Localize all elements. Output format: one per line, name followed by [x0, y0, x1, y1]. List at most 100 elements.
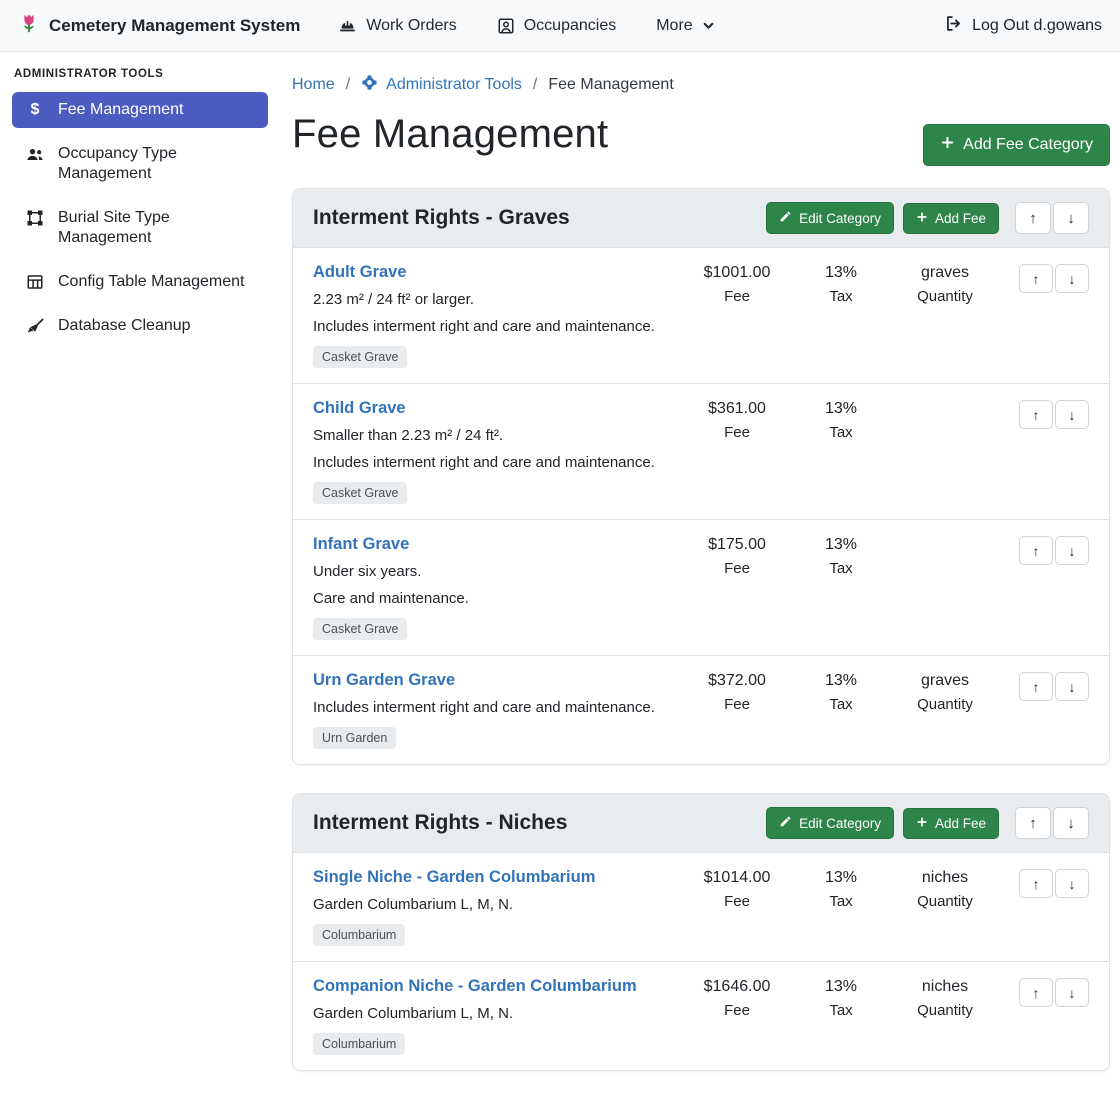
fee-title-link[interactable]: Adult Grave: [313, 263, 407, 282]
fee-description: Care and maintenance.: [313, 588, 671, 610]
breadcrumb-home-link[interactable]: Home: [292, 76, 335, 94]
move-down-button[interactable]: ↓: [1055, 264, 1089, 293]
brand-title: Cemetery Management System: [49, 16, 300, 36]
tax-label: Tax: [793, 288, 889, 305]
fee-reorder-group: ↑ ↓: [1019, 399, 1089, 429]
fee-title-link[interactable]: Single Niche - Garden Columbarium: [313, 868, 595, 887]
top-navbar: Cemetery Management System Work Orders O…: [0, 0, 1120, 52]
fee-info: Adult Grave 2.23 m² / 24 ft² or larger. …: [313, 263, 681, 368]
category-title: Interment Rights - Graves: [313, 206, 757, 230]
fee-description: Smaller than 2.23 m² / 24 ft².: [313, 425, 671, 447]
quantity-col: graves Quantity: [889, 263, 1001, 305]
tax-label: Tax: [793, 424, 889, 441]
fee-amount: $175.00: [681, 536, 793, 554]
fee-title-link[interactable]: Child Grave: [313, 399, 406, 418]
arrow-down-icon: ↓: [1067, 211, 1075, 226]
fee-reorder-group: ↑ ↓: [1019, 977, 1089, 1007]
logout-button[interactable]: Log Out d.gowans: [944, 14, 1102, 38]
sidebar-item-occupancy-type-management[interactable]: Occupancy Type Management: [12, 136, 268, 192]
fee-type-badge: Columbarium: [313, 1033, 405, 1055]
edit-category-button[interactable]: Edit Category: [766, 807, 894, 839]
arrow-up-icon: ↑: [1029, 211, 1037, 226]
move-up-button[interactable]: ↑: [1019, 400, 1053, 429]
category-move-down-button[interactable]: ↓: [1053, 202, 1089, 234]
fee-title-link[interactable]: Companion Niche - Garden Columbarium: [313, 977, 637, 996]
sidebar-item-fee-management[interactable]: $ Fee Management: [12, 92, 268, 128]
fee-type-badge: Columbarium: [313, 924, 405, 946]
arrow-down-icon: ↓: [1069, 272, 1076, 286]
tax-col: 13% Tax: [793, 977, 889, 1019]
plus-icon: [916, 816, 928, 831]
users-icon: [24, 145, 46, 165]
move-down-button[interactable]: ↓: [1055, 536, 1089, 565]
quantity-value: graves: [889, 672, 1001, 690]
move-down-button[interactable]: ↓: [1055, 400, 1089, 429]
move-down-button[interactable]: ↓: [1055, 672, 1089, 701]
sidebar-item-label: Database Cleanup: [58, 316, 191, 336]
arrow-up-icon: ↑: [1033, 680, 1040, 694]
quantity-label: Quantity: [889, 288, 1001, 305]
fee-description: Includes interment right and care and ma…: [313, 697, 671, 719]
tax-col: 13% Tax: [793, 868, 889, 910]
arrow-up-icon: ↑: [1033, 877, 1040, 891]
add-fee-category-button[interactable]: Add Fee Category: [923, 124, 1110, 166]
add-fee-button[interactable]: Add Fee: [903, 203, 999, 234]
move-up-button[interactable]: ↑: [1019, 978, 1053, 1007]
sidebar: ADMINISTRATOR TOOLS $ Fee Management Occ…: [0, 52, 280, 366]
add-fee-button[interactable]: Add Fee: [903, 808, 999, 839]
arrow-down-icon: ↓: [1067, 816, 1075, 831]
category-move-up-button[interactable]: ↑: [1015, 202, 1051, 234]
fee-row: Child Grave Smaller than 2.23 m² / 24 ft…: [293, 383, 1109, 519]
fee-type-badge: Casket Grave: [313, 482, 407, 504]
logout-icon: [944, 14, 963, 38]
fee-info: Infant Grave Under six years. Care and m…: [313, 535, 681, 640]
plus-icon: [916, 211, 928, 226]
sidebar-item-burial-site-type-management[interactable]: Burial Site Type Management: [12, 200, 268, 256]
fee-label: Fee: [681, 288, 793, 305]
fee-amount: $361.00: [681, 400, 793, 418]
fee-label: Fee: [681, 893, 793, 910]
category-move-up-button[interactable]: ↑: [1015, 807, 1051, 839]
arrow-down-icon: ↓: [1069, 544, 1076, 558]
move-up-button[interactable]: ↑: [1019, 264, 1053, 293]
vector-square-icon: [24, 209, 46, 227]
fee-description: Includes interment right and care and ma…: [313, 316, 671, 338]
fee-amount: $1001.00: [681, 264, 793, 282]
chevron-down-icon: [702, 19, 715, 32]
nav-item-more[interactable]: More: [656, 17, 714, 35]
fee-amount: $372.00: [681, 672, 793, 690]
fee-amount: $1014.00: [681, 869, 793, 887]
fee-description: 2.23 m² / 24 ft² or larger.: [313, 289, 671, 311]
fee-type-badge: Casket Grave: [313, 618, 407, 640]
fee-amount-col: $361.00 Fee: [681, 399, 793, 441]
category-move-down-button[interactable]: ↓: [1053, 807, 1089, 839]
add-fee-category-label: Add Fee Category: [963, 136, 1093, 154]
tulip-logo-icon: [18, 12, 40, 39]
tax-value: 13%: [793, 869, 889, 887]
fee-description: Under six years.: [313, 561, 671, 583]
sidebar-item-database-cleanup[interactable]: Database Cleanup: [12, 308, 268, 344]
fee-info: Single Niche - Garden Columbarium Garden…: [313, 868, 681, 946]
add-fee-label: Add Fee: [935, 816, 986, 831]
move-down-button[interactable]: ↓: [1055, 978, 1089, 1007]
app-brand[interactable]: Cemetery Management System: [18, 12, 300, 39]
category-reorder-group: ↑ ↓: [1015, 202, 1089, 234]
move-up-button[interactable]: ↑: [1019, 869, 1053, 898]
edit-category-button[interactable]: Edit Category: [766, 202, 894, 234]
move-up-button[interactable]: ↑: [1019, 536, 1053, 565]
fee-title-link[interactable]: Infant Grave: [313, 535, 409, 554]
nav-item-work-orders[interactable]: Work Orders: [338, 16, 456, 35]
edit-category-label: Edit Category: [799, 211, 881, 226]
category-reorder-group: ↑ ↓: [1015, 807, 1089, 839]
pencil-icon: [779, 210, 792, 226]
sidebar-item-config-table-management[interactable]: Config Table Management: [12, 264, 268, 300]
breadcrumb-separator: /: [346, 76, 350, 94]
fee-info: Child Grave Smaller than 2.23 m² / 24 ft…: [313, 399, 681, 504]
move-up-button[interactable]: ↑: [1019, 672, 1053, 701]
move-down-button[interactable]: ↓: [1055, 869, 1089, 898]
nav-item-occupancies[interactable]: Occupancies: [497, 17, 617, 35]
breadcrumb: Home / Administrator Tools / Fee Managem…: [292, 74, 1110, 96]
fee-title-link[interactable]: Urn Garden Grave: [313, 671, 455, 690]
tax-col: 13% Tax: [793, 671, 889, 713]
breadcrumb-admin-tools-link[interactable]: Administrator Tools: [361, 74, 522, 96]
